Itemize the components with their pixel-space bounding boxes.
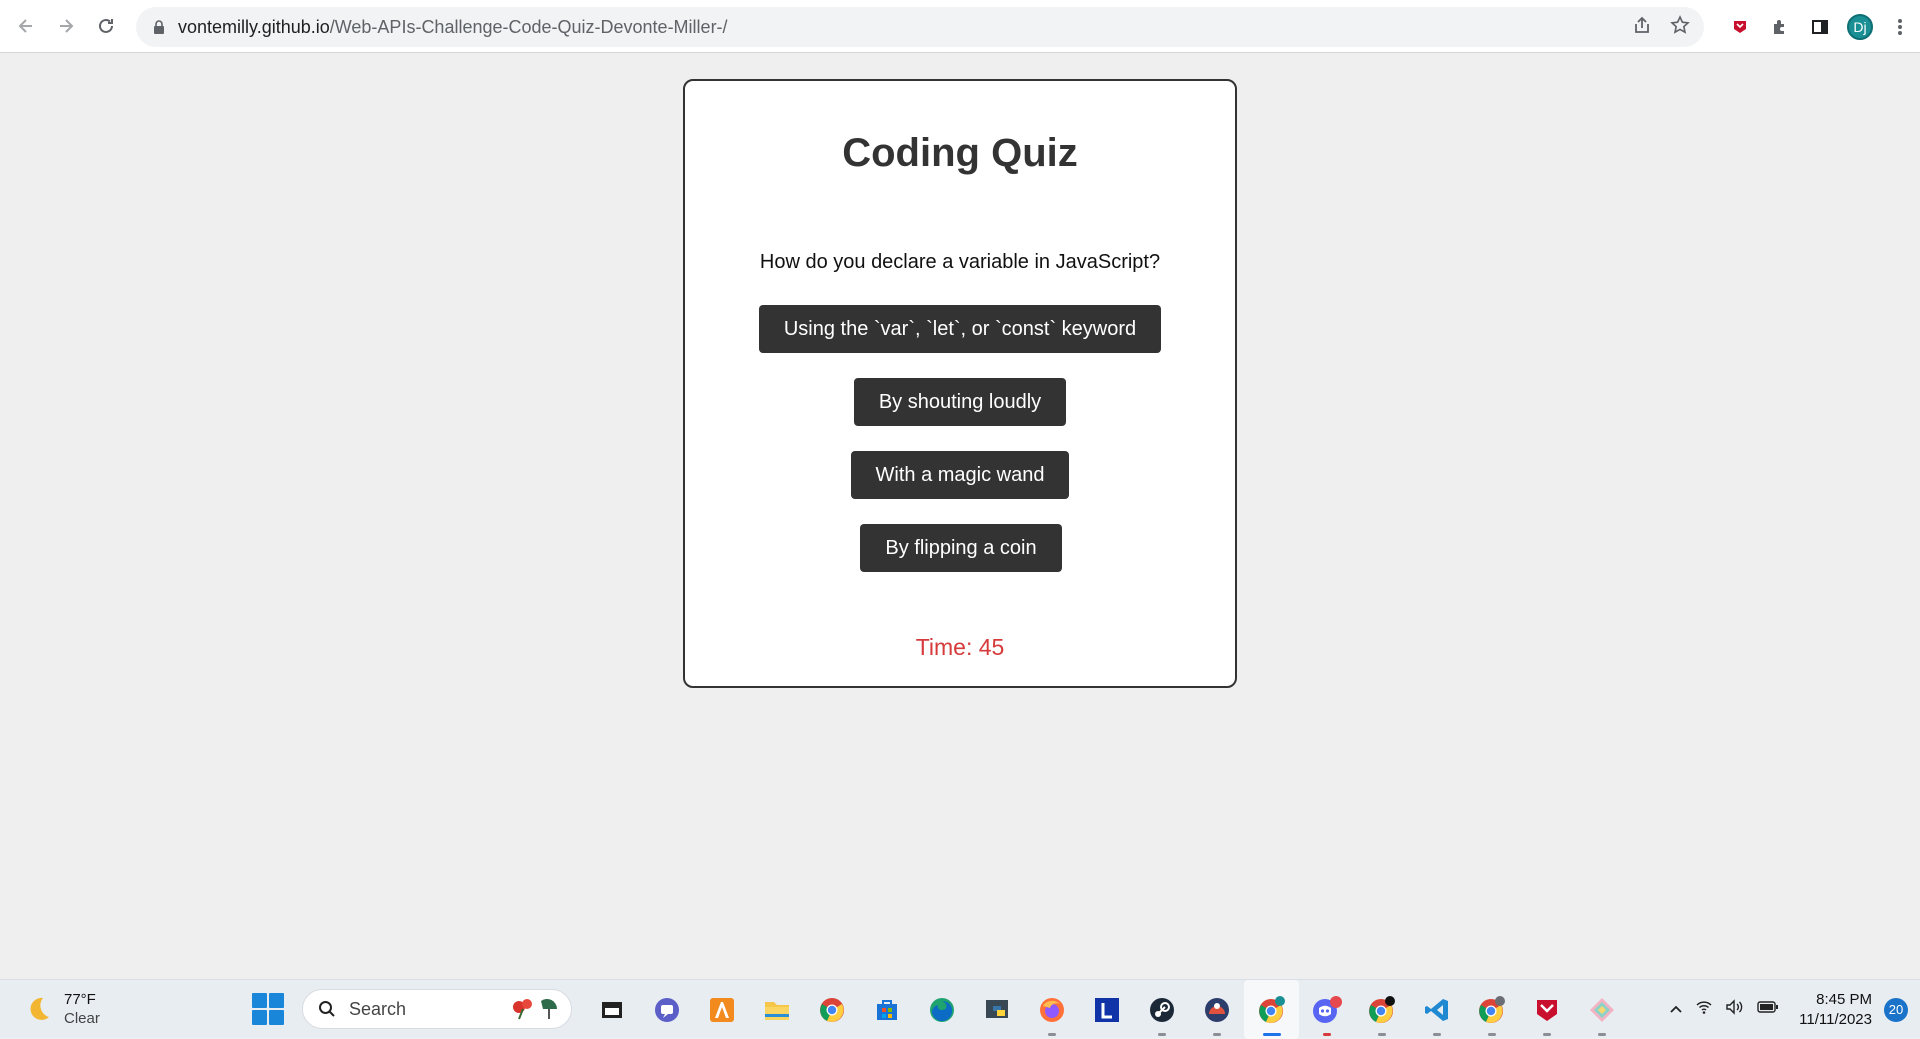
bookmark-star-icon[interactable]: [1670, 14, 1690, 40]
forward-icon[interactable]: [52, 12, 80, 40]
profile-avatar[interactable]: Dj: [1840, 7, 1880, 47]
choice-button-1[interactable]: Using the `var`, `let`, or `const` keywo…: [759, 305, 1161, 353]
taskbar-apps: [584, 980, 1629, 1039]
git-kraken-icon[interactable]: [1574, 980, 1629, 1039]
battery-icon[interactable]: [1757, 1000, 1779, 1019]
weather-temperature: 77°F: [64, 991, 96, 1008]
clock-date: 11/11/2023: [1799, 1010, 1872, 1028]
avatar: Dj: [1847, 13, 1873, 40]
chrome-profile-icon[interactable]: [1244, 980, 1299, 1039]
music-app-icon[interactable]: [1189, 980, 1244, 1039]
search-icon: [317, 999, 337, 1019]
side-panel-icon[interactable]: [1800, 7, 1840, 47]
ai-app-icon[interactable]: [694, 980, 749, 1039]
question-text: How do you declare a variable in JavaScr…: [759, 251, 1161, 273]
moon-icon: [22, 993, 54, 1025]
l-app-icon[interactable]: [1079, 980, 1134, 1039]
mcafee-extension-icon[interactable]: [1720, 7, 1760, 47]
timer-text: Time: 45: [915, 634, 1005, 660]
url-text[interactable]: vontemilly.github.io/Web-APIs-Challenge-…: [178, 17, 728, 38]
firefox-icon[interactable]: [1024, 980, 1079, 1039]
reload-icon[interactable]: [92, 12, 120, 40]
chrome-alt-icon[interactable]: [1354, 980, 1409, 1039]
choice-button-3[interactable]: With a magic wand: [851, 451, 1069, 499]
search-highlight-icon: [505, 995, 563, 1023]
extensions-puzzle-icon[interactable]: [1760, 7, 1800, 47]
quiz-card: Coding Quiz How do you declare a variabl…: [683, 79, 1237, 688]
mcafee-icon[interactable]: [1519, 980, 1574, 1039]
ms-store-icon[interactable]: [859, 980, 914, 1039]
search-placeholder: Search: [349, 998, 407, 1019]
notification-badge[interactable]: 20: [1884, 997, 1908, 1022]
windows-start-icon[interactable]: [252, 993, 286, 1027]
vscode-icon[interactable]: [1409, 980, 1464, 1039]
file-manager-icon[interactable]: [584, 980, 639, 1039]
chrome-icon[interactable]: [804, 980, 859, 1039]
teams-chat-icon[interactable]: [639, 980, 694, 1039]
clock-time: 8:45 PM: [1816, 990, 1872, 1008]
address-bar[interactable]: vontemilly.github.io/Web-APIs-Challenge-…: [136, 7, 1704, 47]
back-icon[interactable]: [12, 12, 40, 40]
edge-icon[interactable]: [914, 980, 969, 1039]
weather-widget[interactable]: 77°F Clear: [22, 990, 100, 1028]
taskbar: 77°F Clear Search 8:45 PM 11/11/2023 20: [0, 979, 1920, 1039]
file-explorer-icon[interactable]: [749, 980, 804, 1039]
wifi-icon[interactable]: [1695, 999, 1713, 1020]
page-title: Coding Quiz: [842, 131, 1078, 175]
clock[interactable]: 8:45 PM 11/11/2023: [1799, 990, 1872, 1030]
volume-icon[interactable]: [1725, 999, 1745, 1020]
system-tray: 8:45 PM 11/11/2023 20: [1669, 980, 1920, 1039]
discord-icon[interactable]: [1299, 980, 1354, 1039]
python-icon[interactable]: [969, 980, 1024, 1039]
url-path: /Web-APIs-Challenge-Code-Quiz-Devonte-Mi…: [329, 16, 728, 37]
choice-button-2[interactable]: By shouting loudly: [854, 378, 1066, 426]
browser-toolbar: vontemilly.github.io/Web-APIs-Challenge-…: [0, 0, 1920, 53]
taskbar-search-input[interactable]: Search: [302, 989, 572, 1029]
share-icon[interactable]: [1632, 15, 1652, 40]
weather-condition: Clear: [64, 1010, 100, 1027]
steam-icon[interactable]: [1134, 980, 1189, 1039]
url-host: vontemilly.github.io: [178, 16, 330, 37]
choice-button-4[interactable]: By flipping a coin: [860, 524, 1062, 572]
chevron-up-icon[interactable]: [1669, 1001, 1683, 1019]
lock-icon[interactable]: [150, 18, 168, 36]
more-menu-icon[interactable]: [1880, 7, 1920, 47]
chrome-d-icon[interactable]: [1464, 980, 1519, 1039]
